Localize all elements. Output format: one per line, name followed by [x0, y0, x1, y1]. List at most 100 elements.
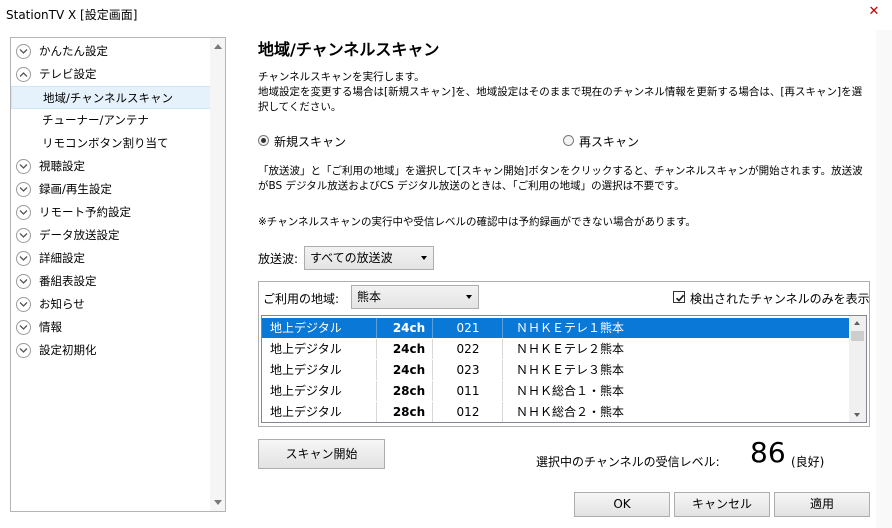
scan-instructions: 「放送波」と「ご利用の地域」を選択して[スキャン開始]ボタンをクリックすると、チ…	[258, 165, 863, 192]
sidebar-item-label: データ放送設定	[39, 228, 120, 242]
sidebar-item[interactable]: 番組表設定	[11, 270, 211, 293]
chevron-down-icon[interactable]	[16, 205, 31, 220]
sidebar-scrollbar[interactable]	[210, 38, 225, 511]
channel-number: 021	[456, 321, 480, 335]
sidebar-item-label: 視聴設定	[39, 159, 85, 173]
column-separator	[432, 318, 433, 338]
radio-label: 新規スキャン	[274, 135, 347, 149]
scroll-down-icon[interactable]	[214, 500, 222, 505]
chevron-down-icon[interactable]	[16, 274, 31, 289]
column-separator	[376, 360, 377, 380]
area-value: 熊本	[357, 290, 382, 304]
signal-quality: (良好)	[791, 455, 825, 469]
column-separator	[376, 381, 377, 401]
channel-row[interactable]: 地上デジタル 24ch 023 ＮＨＫＥテレ３熊本	[262, 360, 850, 380]
column-separator	[432, 381, 433, 401]
chevron-down-icon[interactable]	[16, 343, 31, 358]
title-bar: StationTV X [設定画面] ✕	[0, 0, 892, 28]
scroll-up-icon[interactable]	[214, 44, 222, 49]
column-separator	[432, 339, 433, 359]
description-line: チャンネルスキャンを実行します。	[258, 71, 425, 83]
scan-start-button[interactable]: スキャン開始	[258, 439, 385, 469]
column-separator	[502, 339, 503, 359]
channel-number: 012	[456, 405, 480, 419]
channel-row[interactable]: 地上デジタル 28ch 011 ＮＨＫ総合１・熊本	[262, 381, 850, 401]
sidebar-item[interactable]: チューナー/アンテナ	[11, 109, 211, 132]
physical-channel: 28ch	[392, 405, 426, 419]
sidebar-item-label: 録画/再生設定	[39, 182, 112, 196]
channel-list[interactable]: 地上デジタル 24ch 021 ＮＨＫＥテレ１熊本 地上デジタル 24ch 022 ＮＨＫＥテ…	[261, 315, 867, 423]
channel-name: ＮＨＫ総合２・熊本	[516, 405, 625, 419]
physical-channel: 24ch	[392, 321, 426, 335]
sidebar-item-label: テレビ設定	[39, 67, 97, 81]
sidebar-item-label: リモコンボタン割り当て	[42, 136, 169, 150]
channel-type: 地上デジタル	[270, 342, 342, 356]
physical-channel: 24ch	[392, 363, 426, 377]
sidebar-item[interactable]: 情報	[11, 316, 211, 339]
channel-number: 011	[456, 384, 480, 398]
sidebar-item-label: 詳細設定	[39, 251, 85, 265]
apply-button[interactable]: 適用	[774, 492, 870, 517]
sidebar-item[interactable]: リモコンボタン割り当て	[11, 132, 211, 155]
broadcast-select[interactable]: すべての放送波	[304, 246, 434, 270]
sidebar-item[interactable]: テレビ設定	[11, 63, 211, 86]
signal-level-label: 選択中のチャンネルの受信レベル:	[536, 455, 720, 469]
chevron-down-icon[interactable]	[16, 228, 31, 243]
chevron-down-icon[interactable]	[16, 297, 31, 312]
sidebar-item[interactable]: かんたん設定	[11, 40, 211, 63]
sidebar-list: かんたん設定 テレビ設定地域/チャンネルスキャン チューナー/アンテナリモコンボタン…	[11, 40, 211, 362]
column-separator	[432, 402, 433, 422]
channel-row[interactable]: 地上デジタル 28ch 012 ＮＨＫ総合２・熊本	[262, 402, 850, 422]
window-scrollbar[interactable]	[876, 30, 892, 528]
radio-indicator[interactable]	[258, 135, 269, 146]
column-separator	[376, 318, 377, 338]
column-separator	[376, 402, 377, 422]
physical-channel: 28ch	[392, 384, 426, 398]
radio-label: 再スキャン	[579, 135, 640, 149]
chevron-down-icon[interactable]	[16, 251, 31, 266]
column-separator	[376, 339, 377, 359]
channel-row[interactable]: 地上デジタル 24ch 022 ＮＨＫＥテレ２熊本	[262, 339, 850, 359]
area-label: ご利用の地域:	[263, 292, 340, 306]
chevron-down-icon[interactable]	[16, 159, 31, 174]
sidebar-item[interactable]: 録画/再生設定	[11, 178, 211, 201]
sidebar-item-label: かんたん設定	[39, 44, 108, 58]
sidebar-item[interactable]: データ放送設定	[11, 224, 211, 247]
chevron-down-icon[interactable]	[16, 182, 31, 197]
scroll-down-icon[interactable]	[854, 413, 860, 417]
column-separator	[432, 360, 433, 380]
channel-row[interactable]: 地上デジタル 24ch 021 ＮＨＫＥテレ１熊本	[262, 318, 850, 338]
chevron-down-icon[interactable]	[16, 44, 31, 59]
channel-list-scrollbar[interactable]	[849, 316, 866, 422]
sidebar-item-label: リモート予約設定	[39, 205, 131, 219]
close-icon[interactable]: ✕	[856, 0, 892, 26]
sidebar-item[interactable]: お知らせ	[11, 293, 211, 316]
broadcast-value: すべての放送波	[310, 251, 393, 265]
sidebar-item[interactable]: 視聴設定	[11, 155, 211, 178]
radio-indicator[interactable]	[563, 135, 574, 146]
sidebar-item[interactable]: 詳細設定	[11, 247, 211, 270]
column-separator	[502, 360, 503, 380]
signal-level-value: 86	[750, 436, 786, 469]
chevron-up-icon[interactable]	[16, 67, 31, 82]
sidebar-item-label: 情報	[39, 320, 62, 334]
channel-name: ＮＨＫ総合１・熊本	[516, 384, 625, 398]
channel-group: ご利用の地域: 熊本 検出されたチャンネルのみを表示 地上デジタル 24ch 021…	[258, 281, 870, 427]
cancel-button[interactable]: キャンセル	[674, 492, 770, 517]
recording-note: ※チャンネルスキャンの実行中や受信レベルの確認中は予約録画ができない場合がありま…	[258, 216, 696, 228]
scroll-thumb[interactable]	[851, 331, 864, 341]
channel-type: 地上デジタル	[270, 384, 342, 398]
sidebar-item[interactable]: 地域/チャンネルスキャン	[11, 86, 211, 109]
sidebar-item-label: 設定初期化	[39, 343, 97, 357]
chevron-down-icon[interactable]	[16, 320, 31, 335]
broadcast-label: 放送波:	[258, 252, 299, 266]
column-separator	[502, 318, 503, 338]
channel-name: ＮＨＫＥテレ３熊本	[516, 363, 625, 377]
sidebar-item[interactable]: 設定初期化	[11, 339, 211, 362]
scroll-up-icon[interactable]	[854, 321, 860, 325]
checkbox-box[interactable]	[673, 291, 685, 303]
sidebar-item-label: お知らせ	[39, 297, 85, 311]
sidebar-item[interactable]: リモート予約設定	[11, 201, 211, 224]
ok-button[interactable]: OK	[574, 492, 670, 517]
area-select[interactable]: 熊本	[351, 285, 479, 309]
